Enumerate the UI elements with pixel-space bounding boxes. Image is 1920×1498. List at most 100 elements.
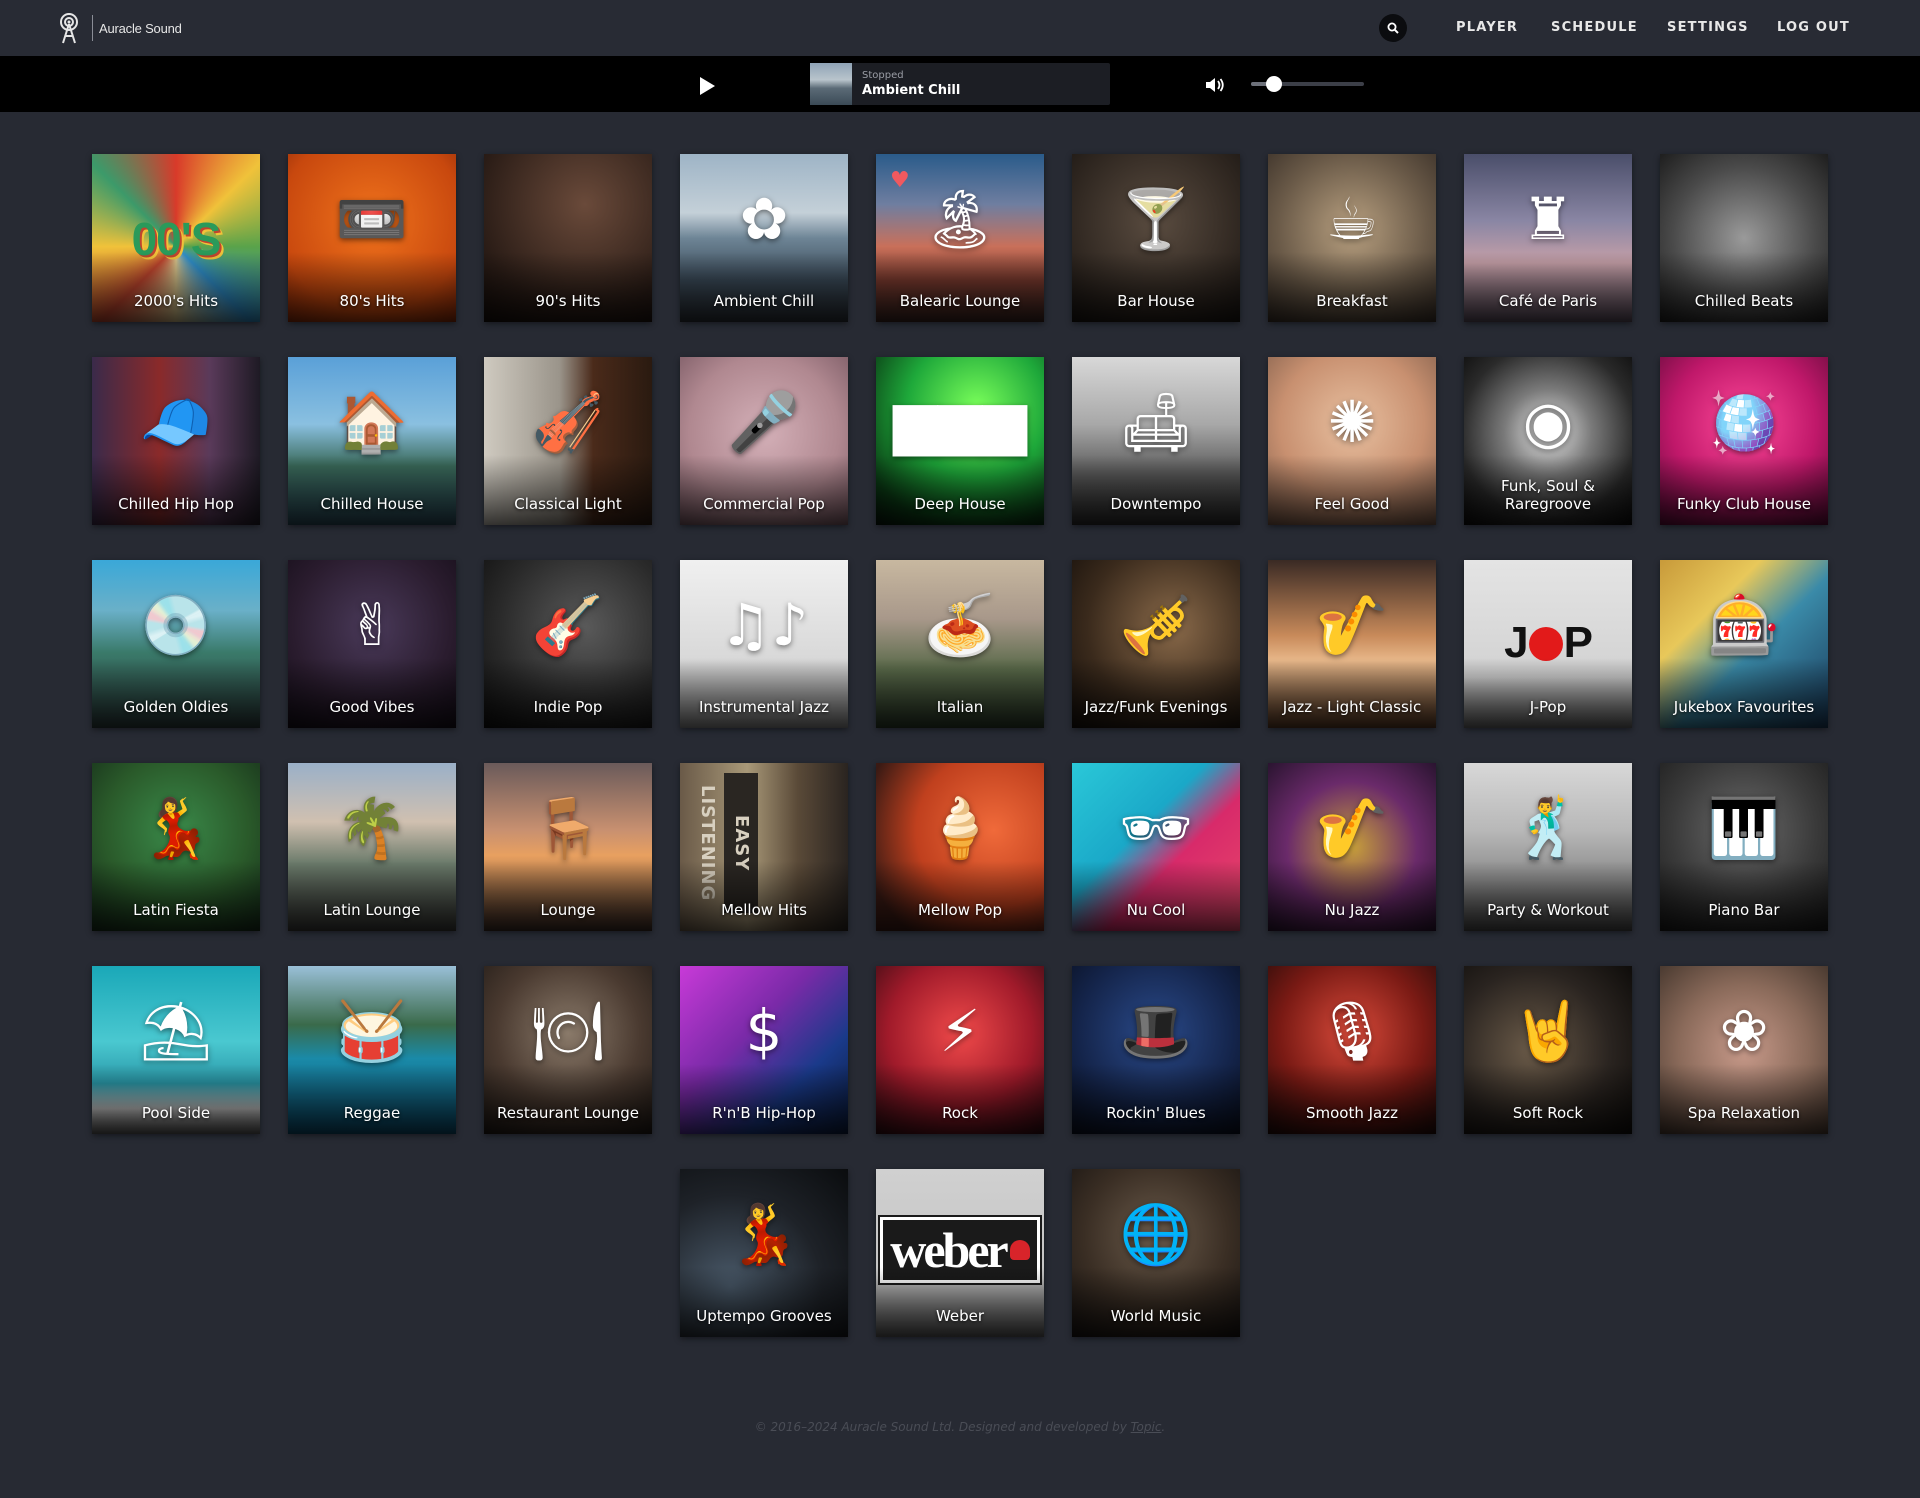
volume-slider[interactable] [1251,76,1364,92]
channel-label: Latin Fiesta [133,901,219,919]
channel-tile[interactable]: 🎷 Jazz - Light Classic [1268,560,1436,728]
channel-tile[interactable]: 🎤 Commercial Pop [680,357,848,525]
nav-player-link[interactable]: PLAYER [1456,20,1518,35]
channel-tile[interactable]: 🌴 Latin Lounge [288,763,456,931]
channel-tile[interactable]: $ R'n'B Hip-Hop [680,966,848,1134]
channel-tile[interactable]: 00'S 2000's Hits [92,154,260,322]
grand-piano-icon: 🎹 [1707,794,1781,862]
channel-label: Feel Good [1314,495,1390,513]
heart-icon[interactable]: ♥ [890,170,910,192]
channel-tile[interactable]: 🎷 Nu Jazz [1268,763,1436,931]
channel-tile[interactable]: 🕺 Party & Workout [1464,763,1632,931]
bongo-drums-icon: 🥁 [335,997,409,1065]
channel-label: Rockin' Blues [1106,1104,1206,1122]
channel-label: Italian [936,698,984,716]
channel-tile[interactable]: 🎸 Indie Pop [484,560,652,728]
channel-label: Nu Jazz [1324,901,1380,919]
afro-sunglasses-icon: ◉ [1522,388,1574,456]
globe-guitar-icon: 🌐 [1119,1200,1193,1268]
channel-label-shade [1464,658,1632,728]
channel-tile[interactable]: 🍦 Mellow Pop [876,763,1044,931]
volume-slider-knob[interactable] [1265,76,1282,92]
channel-tile[interactable]: 🎰 Jukebox Favourites [1660,560,1828,728]
channel-tile[interactable]: ▆▆▆ Deep House [876,357,1044,525]
channel-tile[interactable]: 💿 Golden Oldies [92,560,260,728]
channel-tile[interactable]: 💃 Latin Fiesta [92,763,260,931]
channel-label: Café de Paris [1498,292,1598,310]
nav-logout-link[interactable]: LOG OUT [1777,20,1850,35]
channel-tile[interactable]: 🥁 Reggae [288,966,456,1134]
channel-tile[interactable]: weber Weber [876,1169,1044,1337]
disco-ball-icon: 🪩 [1707,388,1781,456]
footer-developer-link[interactable]: Topic [1131,1420,1162,1434]
channel-label-shade [876,455,1044,525]
channel-label-shade [1072,252,1240,322]
channel-tile[interactable]: ♜ Café de Paris [1464,154,1632,322]
play-button[interactable] [698,76,716,96]
retro-microphone-icon: 🎙 [1315,997,1389,1065]
channel-label: Pool Side [141,1104,211,1122]
nav-settings-link[interactable]: SETTINGS [1667,20,1749,35]
channel-tile[interactable]: 90's Hits [484,154,652,322]
channel-tile[interactable]: 🧢 Chilled Hip Hop [92,357,260,525]
channel-tile[interactable]: EASY LISTENING Mellow Hits [680,763,848,931]
violin-icon: 🎻 [531,388,605,456]
channel-tile[interactable]: 🕶 Nu Cool [1072,763,1240,931]
channel-tile[interactable]: ✌ Good Vibes [288,560,456,728]
channel-tile[interactable]: Chilled Beats [1660,154,1828,322]
channel-tile[interactable]: ✺ Feel Good [1268,357,1436,525]
channel-tile[interactable]: 💃 Uptempo Grooves [680,1169,848,1337]
channel-tile[interactable]: 🎻 Classical Light [484,357,652,525]
channel-tile[interactable]: 🍽 Restaurant Lounge [484,966,652,1134]
channel-tile[interactable]: ✿ Ambient Chill [680,154,848,322]
channel-tile[interactable]: 🛋 Downtempo [1072,357,1240,525]
channel-tile[interactable]: ◉ Funk, Soul & Raregroove [1464,357,1632,525]
cap-icon: 🧢 [139,388,213,456]
channel-label: Classical Light [514,495,622,513]
channel-label-shade [1072,658,1240,728]
volume-icon[interactable] [1205,76,1225,94]
ice-lolly-icon: 🍦 [923,794,997,862]
channel-label-shade [1072,1064,1240,1134]
channel-label-shade [1464,1064,1632,1134]
channel-label: R'n'B Hip-Hop [712,1104,816,1122]
now-playing[interactable]: Stopped Ambient Chill [810,63,1110,105]
channel-tile[interactable]: ♫♪ Instrumental Jazz [680,560,848,728]
channel-tile[interactable]: ☕ Breakfast [1268,154,1436,322]
coffee-pot-icon: ☕ [1326,185,1378,253]
channel-tile[interactable]: J P J-Pop [1464,560,1632,728]
channel-tile[interactable]: 📼 80's Hits [288,154,456,322]
channel-tile[interactable]: ⛱ Pool Side [92,966,260,1134]
track-title: Ambient Chill [862,83,961,98]
search-button[interactable] [1379,14,1407,42]
channel-tile[interactable]: 🎹 Piano Bar [1660,763,1828,931]
channel-tile[interactable]: 🎙 Smooth Jazz [1268,966,1436,1134]
channel-tile[interactable]: 🌐 World Music [1072,1169,1240,1337]
cassette-icon: 📼 [335,185,409,253]
channel-tile[interactable]: ❀ Spa Relaxation [1660,966,1828,1134]
channel-tile[interactable]: 🍝 Italian [876,560,1044,728]
nav-schedule-link[interactable]: SCHEDULE [1551,20,1638,35]
channel-tile[interactable]: 🤘 Soft Rock [1464,966,1632,1134]
channel-label: Funky Club House [1676,495,1812,513]
channel-tile[interactable]: 🎺 Jazz/Funk Evenings [1072,560,1240,728]
channel-tile[interactable]: 🏝 ♥ Balearic Lounge [876,154,1044,322]
channel-label-shade [92,658,260,728]
channel-label-shade [680,658,848,728]
playback-status: Stopped [862,70,904,81]
brand-name: Auracle Sound [99,20,182,36]
channel-label: Jazz - Light Classic [1282,698,1422,716]
channel-label-shade [680,1267,848,1337]
channel-tile[interactable]: 🎩 Rockin' Blues [1072,966,1240,1134]
channel-label: Chilled Hip Hop [118,495,234,513]
latin-dancers-icon: 💃 [139,794,213,862]
channel-tile[interactable]: 🍸 Bar House [1072,154,1240,322]
channel-tile[interactable]: 🏠 Chilled House [288,357,456,525]
channel-label: Golden Oldies [123,698,229,716]
channel-label-shade [876,1064,1044,1134]
brand-logo[interactable]: Auracle Sound [56,12,182,44]
channel-tile[interactable]: 🪑 Lounge [484,763,652,931]
channel-tile[interactable]: ⚡ Rock [876,966,1044,1134]
channel-tile[interactable]: 🪩 Funky Club House [1660,357,1828,525]
peace-hand-icon: ✌ [347,591,397,659]
